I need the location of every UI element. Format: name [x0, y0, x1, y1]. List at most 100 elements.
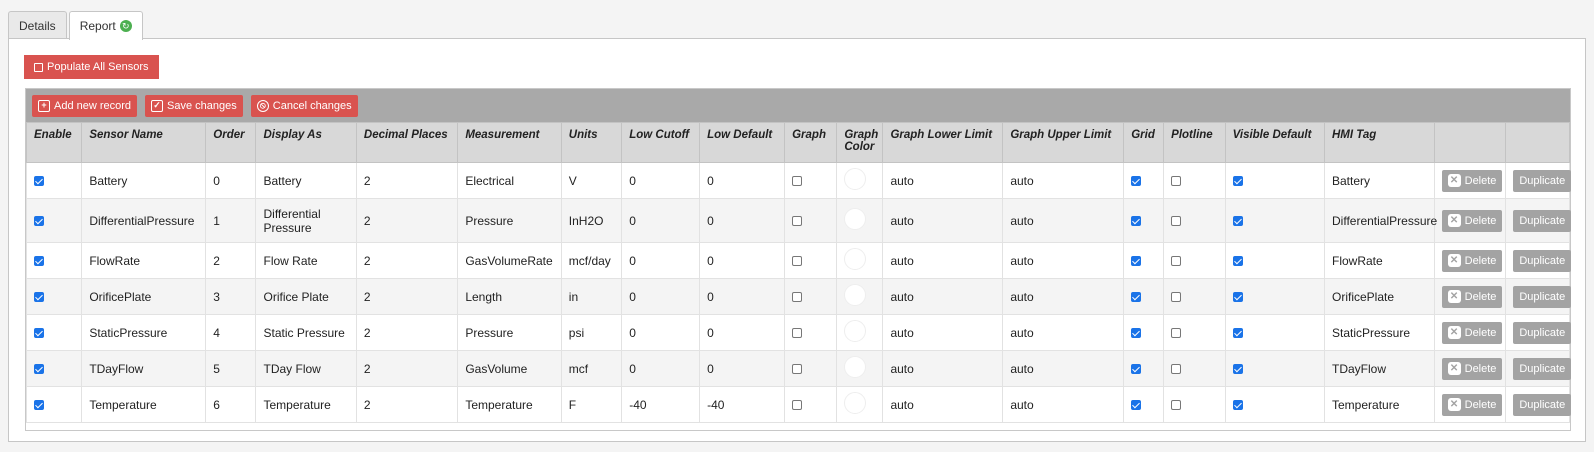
- visible-default-checkbox[interactable]: [1232, 176, 1243, 187]
- graph-color-swatch[interactable]: [844, 320, 867, 342]
- order-cell[interactable]: 6: [205, 386, 257, 423]
- column-header[interactable]: [1433, 122, 1507, 163]
- grid-checkbox[interactable]: [1131, 328, 1142, 339]
- units-cell[interactable]: F: [560, 386, 623, 423]
- low-default-cell[interactable]: 0: [699, 242, 786, 279]
- visible-default-checkbox[interactable]: [1232, 364, 1243, 375]
- column-header[interactable]: Graph Color: [836, 122, 884, 163]
- hmi-tag-cell[interactable]: Battery: [1324, 162, 1435, 199]
- plotline-checkbox[interactable]: [1171, 292, 1182, 303]
- graph-lower-limit-cell[interactable]: auto: [882, 162, 1004, 199]
- decimal-places-cell[interactable]: 2: [355, 314, 459, 351]
- measurement-cell[interactable]: GasVolume: [457, 350, 562, 387]
- column-header[interactable]: Graph Upper Limit: [1002, 122, 1125, 163]
- visible-default-checkbox[interactable]: [1232, 328, 1243, 339]
- units-cell[interactable]: mcf/day: [560, 242, 623, 279]
- graph-checkbox[interactable]: [792, 400, 803, 411]
- low-default-cell[interactable]: 0: [699, 162, 786, 199]
- graph-color-swatch[interactable]: [844, 284, 867, 306]
- column-header[interactable]: Graph Lower Limit: [882, 122, 1004, 163]
- graph-color-swatch[interactable]: [844, 392, 867, 414]
- visible-default-checkbox[interactable]: [1232, 292, 1243, 303]
- hmi-tag-cell[interactable]: FlowRate: [1324, 242, 1435, 279]
- plotline-checkbox[interactable]: [1171, 176, 1182, 187]
- graph-lower-limit-cell[interactable]: auto: [882, 350, 1004, 387]
- duplicate-button[interactable]: Duplicate: [1513, 249, 1572, 272]
- low-cutoff-cell[interactable]: -40: [621, 386, 701, 423]
- low-default-cell[interactable]: -40: [699, 386, 786, 423]
- display-as-cell[interactable]: Battery: [255, 162, 357, 199]
- graph-upper-limit-cell[interactable]: auto: [1002, 242, 1125, 279]
- grid-checkbox[interactable]: [1131, 292, 1142, 303]
- column-header[interactable]: Order: [205, 122, 257, 163]
- graph-upper-limit-cell[interactable]: auto: [1002, 386, 1125, 423]
- column-header[interactable]: Units: [560, 122, 623, 163]
- column-header[interactable]: HMI Tag: [1324, 122, 1435, 163]
- sensor-name-cell[interactable]: Battery: [81, 162, 207, 199]
- sensor-name-cell[interactable]: Temperature: [81, 386, 207, 423]
- column-header[interactable]: Low Cutoff: [621, 122, 701, 163]
- order-cell[interactable]: 5: [205, 350, 257, 387]
- column-header[interactable]: Plotline: [1163, 122, 1226, 163]
- visible-default-checkbox[interactable]: [1232, 400, 1243, 411]
- column-header[interactable]: Measurement: [457, 122, 562, 163]
- graph-upper-limit-cell[interactable]: auto: [1002, 314, 1125, 351]
- graph-upper-limit-cell[interactable]: auto: [1002, 350, 1125, 387]
- measurement-cell[interactable]: Temperature: [457, 386, 562, 423]
- plotline-checkbox[interactable]: [1171, 364, 1182, 375]
- graph-checkbox[interactable]: [792, 328, 803, 339]
- sensor-name-cell[interactable]: TDayFlow: [81, 350, 207, 387]
- column-header[interactable]: Sensor Name: [81, 122, 207, 163]
- hmi-tag-cell[interactable]: TDayFlow: [1324, 350, 1435, 387]
- populate-all-sensors-button[interactable]: Populate All Sensors: [24, 55, 159, 79]
- units-cell[interactable]: in: [560, 278, 623, 315]
- duplicate-button[interactable]: Duplicate: [1513, 357, 1572, 380]
- duplicate-button[interactable]: Duplicate: [1513, 209, 1572, 232]
- order-cell[interactable]: 0: [205, 162, 257, 199]
- sensor-name-cell[interactable]: OrificePlate: [81, 278, 207, 315]
- plotline-checkbox[interactable]: [1171, 216, 1182, 227]
- delete-button[interactable]: ✕ Delete: [1441, 321, 1503, 344]
- duplicate-button[interactable]: Duplicate: [1513, 393, 1572, 416]
- column-header[interactable]: Low Default: [699, 122, 786, 163]
- low-default-cell[interactable]: 0: [699, 198, 786, 243]
- order-cell[interactable]: 4: [205, 314, 257, 351]
- display-as-cell[interactable]: Static Pressure: [255, 314, 357, 351]
- decimal-places-cell[interactable]: 2: [355, 350, 459, 387]
- column-header[interactable]: [1505, 122, 1570, 163]
- sensor-name-cell[interactable]: StaticPressure: [81, 314, 207, 351]
- low-cutoff-cell[interactable]: 0: [621, 242, 701, 279]
- column-header[interactable]: Enable: [25, 122, 83, 163]
- hmi-tag-cell[interactable]: OrificePlate: [1324, 278, 1435, 315]
- units-cell[interactable]: InH2O: [560, 198, 623, 243]
- low-cutoff-cell[interactable]: 0: [621, 198, 701, 243]
- hmi-tag-cell[interactable]: DifferentialPressure: [1324, 198, 1437, 243]
- graph-upper-limit-cell[interactable]: auto: [1002, 198, 1125, 243]
- graph-checkbox[interactable]: [792, 292, 803, 303]
- column-header[interactable]: Visible Default: [1224, 122, 1326, 163]
- add-new-record-button[interactable]: + Add new record: [32, 94, 138, 117]
- delete-button[interactable]: ✕ Delete: [1441, 209, 1503, 232]
- delete-button[interactable]: ✕ Delete: [1441, 393, 1503, 416]
- graph-color-swatch[interactable]: [844, 208, 867, 230]
- graph-color-swatch[interactable]: [844, 248, 867, 270]
- duplicate-button[interactable]: Duplicate: [1513, 285, 1572, 308]
- refresh-icon[interactable]: ↻: [119, 20, 132, 32]
- delete-button[interactable]: ✕ Delete: [1441, 357, 1503, 380]
- enable-checkbox[interactable]: [34, 400, 44, 411]
- display-as-cell[interactable]: TDay Flow: [255, 350, 357, 387]
- delete-button[interactable]: ✕ Delete: [1441, 249, 1503, 272]
- enable-checkbox[interactable]: [34, 256, 44, 267]
- display-as-cell[interactable]: Orifice Plate: [255, 278, 357, 315]
- decimal-places-cell[interactable]: 2: [355, 198, 459, 243]
- units-cell[interactable]: psi: [560, 314, 623, 351]
- sensor-name-cell[interactable]: FlowRate: [81, 242, 207, 279]
- graph-color-swatch[interactable]: [844, 168, 867, 190]
- tab-details[interactable]: Details: [8, 11, 67, 39]
- graph-checkbox[interactable]: [792, 176, 803, 187]
- measurement-cell[interactable]: Pressure: [457, 198, 562, 243]
- graph-checkbox[interactable]: [792, 216, 803, 227]
- display-as-cell[interactable]: Temperature: [255, 386, 357, 423]
- measurement-cell[interactable]: Length: [457, 278, 562, 315]
- column-header[interactable]: Grid: [1123, 122, 1165, 163]
